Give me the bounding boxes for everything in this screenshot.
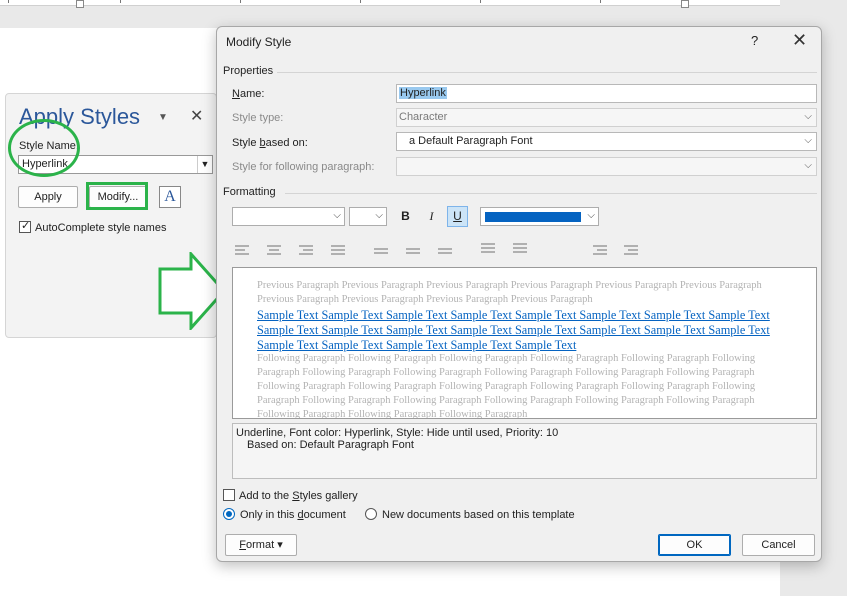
name-value: Hyperlink bbox=[399, 87, 447, 99]
font-color-select[interactable]: ⌵ bbox=[480, 207, 599, 226]
ruler-tick bbox=[8, 0, 9, 3]
add-to-gallery-label: Add to the Styles gallery bbox=[239, 490, 358, 502]
font-size-select[interactable]: ⌵ bbox=[349, 207, 387, 226]
divider bbox=[285, 193, 817, 194]
chevron-down-icon: ⌵ bbox=[804, 111, 812, 122]
highlight-rectangle bbox=[86, 182, 148, 210]
style-type-label: Style type: bbox=[232, 112, 284, 124]
single-spacing-icon[interactable] bbox=[374, 248, 390, 262]
decrease-indent-icon[interactable] bbox=[593, 245, 609, 259]
autocomplete-label: AutoComplete style names bbox=[35, 222, 167, 234]
based-on-label: Style based on: bbox=[232, 137, 308, 149]
highlight-ellipse bbox=[8, 119, 80, 177]
increase-paragraph-spacing-icon[interactable] bbox=[481, 243, 497, 257]
chevron-down-icon[interactable]: ▼ bbox=[197, 156, 212, 173]
close-icon[interactable]: ✕ bbox=[792, 30, 807, 51]
add-to-gallery-checkbox[interactable] bbox=[223, 489, 235, 501]
one-half-spacing-icon[interactable] bbox=[406, 248, 422, 262]
based-on-select[interactable]: a Default Paragraph Font ⌵ bbox=[396, 132, 817, 151]
modify-style-dialog: Modify Style ? ✕ Properties Name: Hyperl… bbox=[216, 26, 822, 562]
ruler-tick bbox=[480, 0, 481, 3]
preview-sample-text: Sample Text Sample Text Sample Text Samp… bbox=[257, 308, 770, 352]
only-this-document-label: Only in this document bbox=[240, 509, 346, 521]
following-paragraph-label: Style for following paragraph: bbox=[232, 161, 375, 173]
name-label: Name: bbox=[232, 88, 265, 100]
align-left-icon[interactable] bbox=[235, 245, 251, 259]
style-type-value: Character bbox=[399, 111, 448, 123]
pane-options-icon[interactable]: ▼ bbox=[158, 112, 168, 123]
properties-heading: Properties bbox=[223, 65, 274, 77]
new-documents-label: New documents based on this template bbox=[382, 509, 575, 521]
description-line: Based on: Default Paragraph Font bbox=[247, 439, 414, 451]
only-this-document-radio[interactable] bbox=[223, 508, 235, 520]
chevron-down-icon[interactable]: ⌵ bbox=[333, 210, 341, 221]
style-inspector-icon[interactable]: A bbox=[159, 186, 181, 208]
dialog-title: Modify Style bbox=[226, 35, 292, 49]
apply-button[interactable]: Apply bbox=[18, 186, 78, 208]
preview-following-paragraph: Following Paragraph Following Paragraph … bbox=[257, 353, 756, 419]
decrease-paragraph-spacing-icon[interactable] bbox=[513, 243, 529, 257]
description-line: Underline, Font color: Hyperlink, Style:… bbox=[236, 427, 559, 439]
preview-previous-paragraph: Previous Paragraph Previous Paragraph Pr… bbox=[257, 280, 762, 305]
indent-marker[interactable] bbox=[76, 0, 84, 8]
align-right-icon[interactable] bbox=[299, 245, 315, 259]
divider bbox=[277, 72, 817, 73]
name-input[interactable]: Hyperlink bbox=[396, 84, 817, 103]
style-preview: Previous Paragraph Previous Paragraph Pr… bbox=[232, 267, 817, 419]
close-icon[interactable]: ✕ bbox=[190, 106, 203, 126]
font-name-select[interactable]: ⌵ bbox=[232, 207, 345, 226]
chevron-down-icon: ⌵ bbox=[804, 160, 812, 171]
justify-icon[interactable] bbox=[331, 245, 347, 259]
ruler bbox=[0, 0, 780, 8]
autocomplete-option[interactable]: AutoComplete style names bbox=[19, 219, 167, 234]
formatting-heading: Formatting bbox=[223, 186, 276, 198]
bold-button[interactable]: B bbox=[395, 206, 416, 227]
align-center-icon[interactable] bbox=[267, 245, 283, 259]
ruler-tick bbox=[360, 0, 361, 3]
chevron-down-icon[interactable]: ⌵ bbox=[375, 210, 383, 221]
autocomplete-checkbox[interactable] bbox=[19, 219, 31, 233]
font-color-swatch bbox=[485, 212, 581, 222]
ok-button[interactable]: OK bbox=[658, 534, 731, 556]
format-button[interactable]: Format ▾ bbox=[225, 534, 297, 556]
help-icon[interactable]: ? bbox=[751, 33, 758, 48]
new-documents-radio[interactable] bbox=[365, 508, 377, 520]
chevron-down-icon[interactable]: ⌵ bbox=[804, 135, 812, 146]
style-type-select: Character ⌵ bbox=[396, 108, 817, 127]
increase-indent-icon[interactable] bbox=[624, 245, 640, 259]
italic-button[interactable]: I bbox=[421, 206, 442, 227]
double-spacing-icon[interactable] bbox=[438, 248, 454, 262]
ruler-tick bbox=[120, 0, 121, 3]
add-to-gallery-option[interactable]: Add to the Styles gallery bbox=[223, 489, 358, 502]
style-description: Underline, Font color: Hyperlink, Style:… bbox=[232, 423, 817, 479]
right-indent-marker[interactable] bbox=[681, 0, 689, 8]
only-this-document-option[interactable]: Only in this document bbox=[223, 508, 346, 521]
underline-button[interactable]: U bbox=[447, 206, 468, 227]
chevron-down-icon[interactable]: ⌵ bbox=[587, 210, 595, 221]
ruler-tick bbox=[600, 0, 601, 3]
based-on-value: a Default Paragraph Font bbox=[409, 135, 533, 147]
ruler-tick bbox=[240, 0, 241, 3]
cancel-button[interactable]: Cancel bbox=[742, 534, 815, 556]
new-documents-option[interactable]: New documents based on this template bbox=[365, 508, 575, 521]
following-paragraph-select: ⌵ bbox=[396, 157, 817, 176]
